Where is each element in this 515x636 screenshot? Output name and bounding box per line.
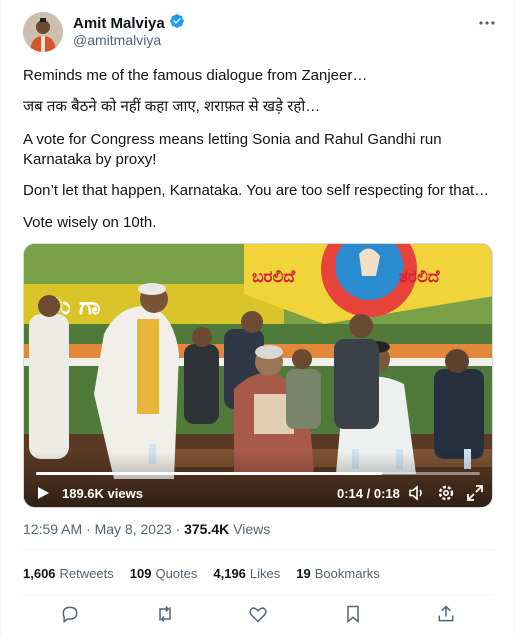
- more-icon[interactable]: [478, 14, 496, 37]
- divider: [23, 595, 493, 596]
- tweet-views-count: 375.4K: [184, 521, 230, 537]
- play-icon[interactable]: [36, 486, 50, 500]
- likes-stat[interactable]: 4,196 Likes: [213, 566, 280, 581]
- author-name[interactable]: Amit Malviya: [73, 15, 165, 32]
- tweet-text-line-2: जब तक बैठने को नहीं कहा जाए, शराफ़त से ख…: [23, 98, 321, 115]
- video-time: 0:14 / 0:18: [337, 486, 400, 501]
- tweet-text-line-3: A vote for Congress means letting Sonia …: [23, 131, 442, 168]
- banner-text-right-1: ಬರಲಿದೆ: [252, 267, 296, 287]
- fullscreen-icon[interactable]: [466, 484, 484, 502]
- banner-text-right-2: ತರಲಿದೆ: [399, 267, 441, 287]
- tweet-views-label: Views: [229, 521, 271, 537]
- settings-icon[interactable]: [437, 484, 455, 502]
- tweet-text-line-5: Vote wisely on 10th.: [23, 214, 157, 231]
- retweets-stat[interactable]: 1,606 Retweets: [23, 566, 114, 581]
- video-views: 189.6K views: [62, 486, 143, 501]
- verified-badge-icon: [169, 13, 185, 34]
- reply-icon[interactable]: [60, 604, 82, 626]
- video-progress-fill: [36, 472, 383, 475]
- share-icon[interactable]: [436, 604, 458, 626]
- avatar[interactable]: [23, 12, 63, 52]
- tweet-timestamp[interactable]: 12:59 AM · May 8, 2023 ·: [23, 521, 184, 537]
- tweet-actions: [23, 604, 493, 628]
- video-progress-bar[interactable]: [36, 472, 480, 475]
- tweet-text-line-1: Reminds me of the famous dialogue from Z…: [23, 67, 368, 84]
- video-player[interactable]: ಬರಲಿದೆ ತರಲಿದೆ ು ಗಾ 189.6K views 0:14 / 0…: [23, 243, 493, 508]
- tweet-text-line-4: Don’t let that happen, Karnataka. You ar…: [23, 182, 490, 199]
- tweet-card: Amit Malviya @amitmalviya Reminds me of …: [0, 0, 515, 636]
- divider: [23, 549, 493, 550]
- retweet-icon[interactable]: [155, 604, 177, 626]
- volume-icon[interactable]: [408, 484, 426, 502]
- bookmarks-stat[interactable]: 19 Bookmarks: [296, 566, 380, 581]
- quotes-stat[interactable]: 109 Quotes: [130, 566, 198, 581]
- video-controls: 189.6K views 0:14 / 0:18: [24, 451, 492, 507]
- tweet-stats: 1,606 Retweets 109 Quotes 4,196 Likes 19 Boo…: [23, 566, 396, 581]
- tweet-meta: 12:59 AM · May 8, 2023 · 375.4K Views: [23, 521, 270, 537]
- bookmark-icon[interactable]: [343, 604, 365, 626]
- like-icon[interactable]: [248, 604, 270, 626]
- author-handle[interactable]: @amitmalviya: [73, 32, 161, 48]
